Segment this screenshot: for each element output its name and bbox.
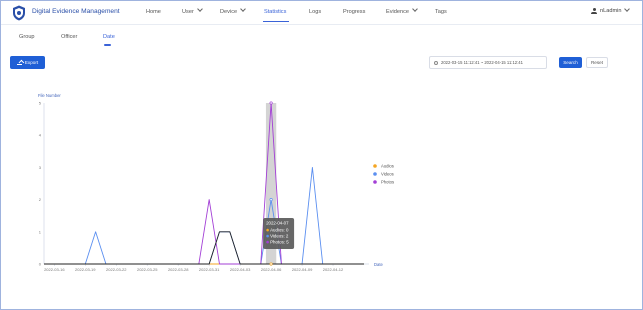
tooltip-line: Videos: 2 <box>270 234 289 239</box>
nav-item-home[interactable]: Home <box>146 9 161 15</box>
shield-logo-icon <box>13 5 25 21</box>
hover-point <box>269 262 273 266</box>
user-menu[interactable]: nLadmin <box>591 6 631 14</box>
x-tick-label: 2022-04-12 <box>323 267 344 272</box>
export-label: Export <box>24 60 39 65</box>
chart-legend: Audios Videos Photos <box>373 164 394 185</box>
date-range-value: 2022-03-15 11:12:41 ~ 2022-04-15 11:12:4… <box>441 60 523 65</box>
upload-icon <box>16 60 22 65</box>
y-tick-label: 5 <box>39 101 42 106</box>
y-tick-label: 0 <box>39 262 42 267</box>
series-line-unnamed-3 <box>44 231 364 265</box>
tooltip-marker <box>266 240 269 244</box>
x-tick-label: 2022-04-03 <box>230 267 251 272</box>
chevron-down-icon <box>412 6 418 12</box>
series-line-photos <box>44 102 364 265</box>
y-axis-title: File Number <box>38 93 61 98</box>
legend-label[interactable]: Photos <box>381 180 394 185</box>
top-nav: Digital Evidence Management Home User De… <box>1 1 642 25</box>
tab-officer[interactable]: Officer <box>61 34 77 40</box>
clock-icon <box>434 60 438 65</box>
series-line-videos <box>44 166 364 265</box>
export-button[interactable]: Export <box>10 56 45 69</box>
search-button[interactable]: Search <box>559 57 582 68</box>
nav-item-progress[interactable]: Progress <box>343 9 365 15</box>
hover-point <box>269 198 273 202</box>
app-title: Digital Evidence Management <box>32 8 120 15</box>
tooltip-marker <box>266 228 269 232</box>
chevron-down-icon <box>624 6 631 12</box>
tooltip-line: Audios: 0 <box>270 228 289 233</box>
x-tick-label: 2022-03-19 <box>75 267 96 272</box>
x-tick-label: 2022-03-25 <box>137 267 158 272</box>
legend-label[interactable]: Videos <box>381 172 394 177</box>
chevron-down-icon <box>240 6 246 12</box>
legend-marker <box>373 172 377 176</box>
tooltip-date: 2022-04-07 <box>266 221 289 226</box>
x-tick-label: 2022-03-16 <box>44 267 65 272</box>
nav-item-logs[interactable]: Logs <box>309 9 321 15</box>
username: nLadmin <box>600 8 622 14</box>
nav-item-evidence[interactable]: Evidence <box>386 6 418 15</box>
y-tick-label: 2 <box>39 197 42 202</box>
x-axis-title: Date <box>374 262 384 267</box>
tooltip-line: Photos: 5 <box>270 240 289 245</box>
nav-item-user[interactable]: User <box>182 6 203 15</box>
tab-group[interactable]: Group <box>19 34 35 40</box>
chart-tooltip: 2022-04-07 Audios: 0Videos: 2Photos: 5 <box>263 218 295 249</box>
nav-item-statistics[interactable]: Statistics <box>264 9 286 15</box>
user-icon <box>591 8 597 14</box>
chevron-down-icon <box>196 6 203 12</box>
x-tick-label: 2022-03-22 <box>106 267 127 272</box>
nav-item-device[interactable]: Device <box>220 6 246 15</box>
x-tick-label: 2022-04-06 <box>261 267 282 272</box>
hover-point <box>269 101 273 105</box>
legend-label[interactable]: Audios <box>381 164 394 169</box>
y-tick-label: 3 <box>39 165 42 170</box>
tooltip-marker <box>266 234 269 238</box>
date-range-picker[interactable]: 2022-03-15 11:12:41 ~ 2022-04-15 11:12:4… <box>429 56 547 69</box>
nav-item-tags[interactable]: Tags <box>435 9 447 15</box>
y-tick-label: 1 <box>39 229 42 234</box>
active-nav-indicator <box>263 21 289 22</box>
y-tick-label: 4 <box>39 133 42 138</box>
x-tick-label: 2022-03-31 <box>199 267 220 272</box>
tab-date[interactable]: Date <box>103 34 115 40</box>
active-tab-indicator <box>104 44 111 46</box>
x-tick-label: 2022-04-09 <box>292 267 313 272</box>
reset-button[interactable]: Reset <box>586 57 608 68</box>
file-number-line-chart: File Number 0 1 2 3 4 5 2022-03-16 2022-03-19 2… <box>38 93 394 272</box>
app-window: Digital Evidence Management Home User De… <box>0 0 643 310</box>
x-tick-label: 2022-03-28 <box>168 267 189 272</box>
legend-marker <box>373 164 377 168</box>
legend-marker <box>373 180 377 184</box>
